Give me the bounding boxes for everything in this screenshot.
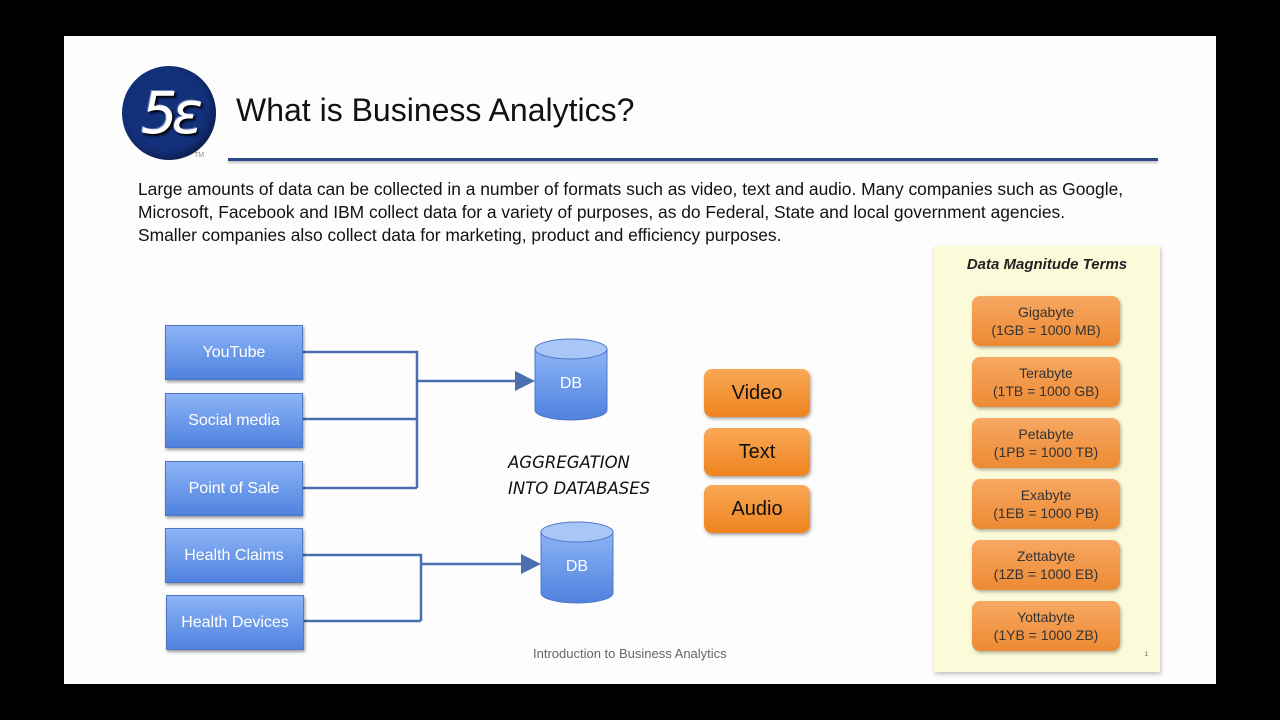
- data-magnitude-panel: Data Magnitude Terms Gigabyte (1GB = 1000…: [934, 246, 1160, 672]
- magnitude-item: Gigabyte (1GB = 1000 MB): [972, 296, 1120, 346]
- magnitude-item: Petabyte (1PB = 1000 TB): [972, 418, 1120, 468]
- format-text: Text: [704, 428, 810, 476]
- magnitude-name: Gigabyte: [1017, 304, 1075, 320]
- panel-page-number: 1: [1144, 652, 1148, 658]
- source-point-of-sale: Point of Sale: [165, 461, 303, 516]
- database-1: DB: [534, 338, 608, 422]
- slide: 5ε TM What is Business Analytics? Large …: [64, 36, 1216, 684]
- source-youtube: YouTube: [165, 325, 303, 380]
- magnitude-def: (1PB = 1000 TB): [993, 444, 1099, 460]
- magnitude-title: Data Magnitude Terms: [966, 256, 1128, 273]
- magnitude-name: Zettabyte: [1016, 548, 1076, 564]
- magnitude-name: Exabyte: [1020, 487, 1072, 503]
- magnitude-name: Terabyte: [1019, 365, 1073, 381]
- aggregation-line-1: AGGREGATION: [508, 453, 630, 472]
- magnitude-item: Zettabyte (1ZB = 1000 EB): [972, 540, 1120, 590]
- magnitude-def: (1EB = 1000 PB): [993, 505, 1099, 521]
- database-label: DB: [559, 375, 583, 392]
- magnitude-item: Yottabyte (1YB = 1000 ZB): [972, 601, 1120, 651]
- format-video: Video: [704, 369, 810, 417]
- format-audio: Audio: [704, 485, 810, 533]
- magnitude-def: (1YB = 1000 ZB): [993, 627, 1099, 643]
- magnitude-item: Exabyte (1EB = 1000 PB): [972, 479, 1120, 529]
- database-label: DB: [565, 558, 589, 575]
- magnitude-def: (1ZB = 1000 EB): [993, 566, 1099, 582]
- source-health-claims: Health Claims: [165, 528, 303, 583]
- source-health-devices: Health Devices: [166, 595, 304, 650]
- magnitude-def: (1GB = 1000 MB): [991, 322, 1101, 338]
- slide-footer: Introduction to Business Analytics: [533, 646, 727, 661]
- source-social-media: Social media: [165, 393, 303, 448]
- magnitude-name: Petabyte: [1018, 426, 1074, 442]
- connector-health-claims: [301, 553, 423, 621]
- aggregation-label: AGGREGATION INTO DATABASES: [508, 450, 650, 502]
- aggregation-line-2: INTO DATABASES: [508, 479, 651, 498]
- database-2: DB: [540, 521, 614, 605]
- magnitude-def: (1TB = 1000 GB): [992, 383, 1100, 399]
- magnitude-name: Yottabyte: [1017, 609, 1075, 625]
- magnitude-item: Terabyte (1TB = 1000 GB): [972, 357, 1120, 407]
